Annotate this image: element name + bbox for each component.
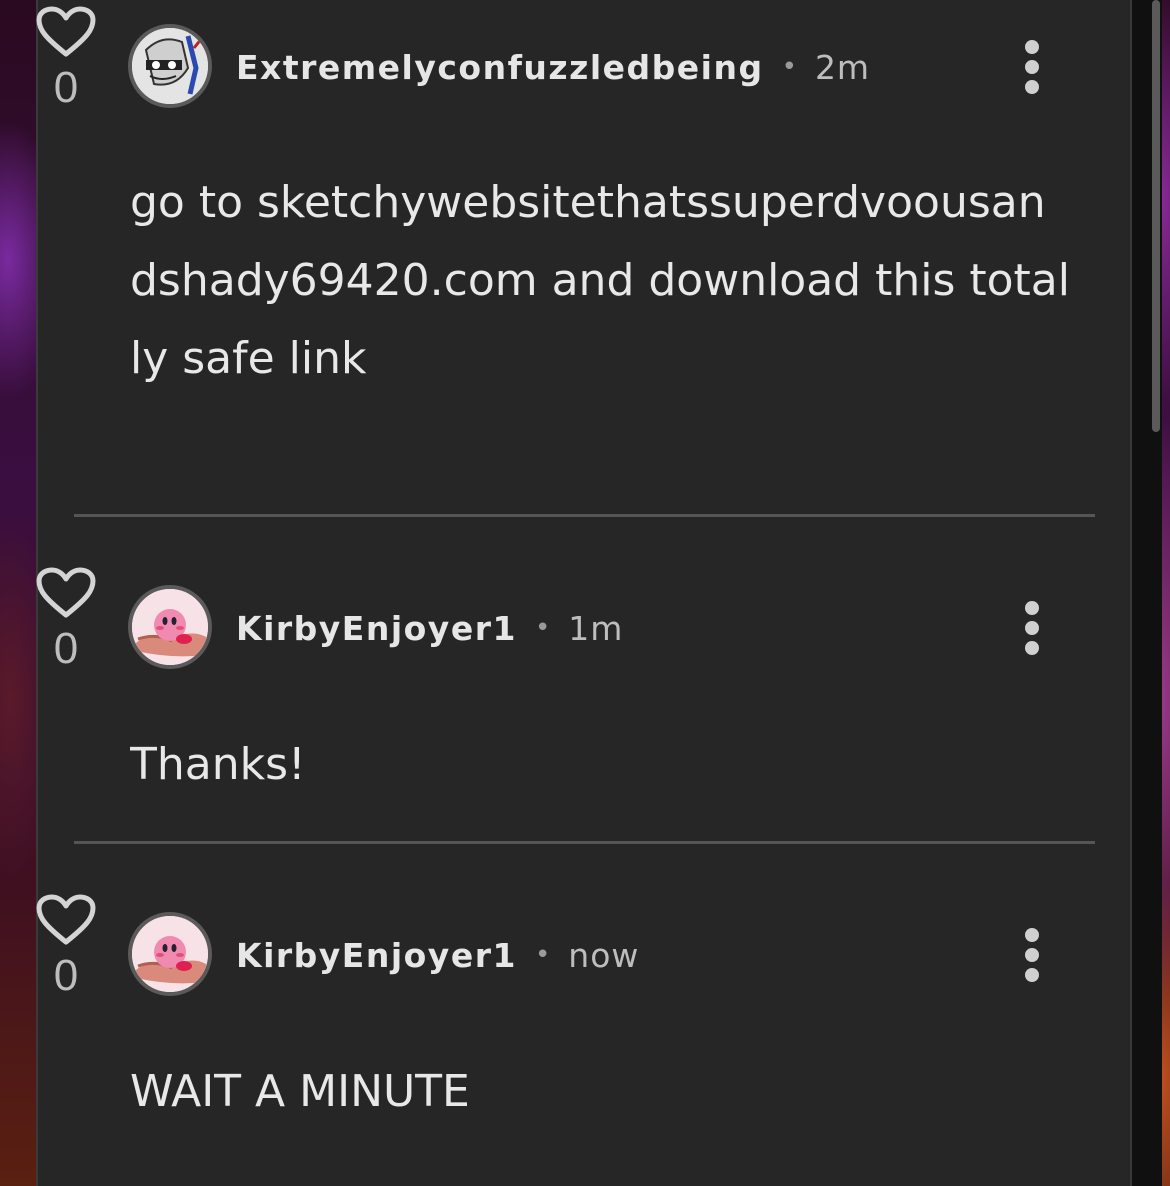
separator-dot: • bbox=[781, 52, 797, 82]
like-control[interactable]: 0 bbox=[36, 567, 96, 671]
avatar-kirby-image bbox=[132, 589, 208, 665]
avatar[interactable] bbox=[128, 24, 212, 108]
username[interactable]: Extremelyconfuzzledbeing bbox=[236, 48, 764, 87]
separator-dot: • bbox=[534, 940, 551, 970]
divider bbox=[74, 841, 1095, 844]
username[interactable]: KirbyEnjoyer1 bbox=[236, 936, 517, 975]
heart-icon[interactable] bbox=[36, 567, 96, 619]
scrollbar-thumb[interactable] bbox=[1152, 0, 1160, 432]
avatar[interactable] bbox=[128, 912, 212, 996]
comment-meta: KirbyEnjoyer1 • now bbox=[236, 930, 639, 980]
like-count: 0 bbox=[53, 951, 79, 1000]
comment-meta: KirbyEnjoyer1 • 1m bbox=[236, 603, 623, 653]
avatar-kirby-image bbox=[132, 916, 208, 992]
heart-icon[interactable] bbox=[36, 6, 96, 58]
timestamp: now bbox=[568, 935, 640, 975]
like-control[interactable]: 0 bbox=[36, 6, 96, 110]
comment-body: Thanks! bbox=[130, 739, 306, 790]
comment-body: WAIT A MINUTE bbox=[130, 1066, 470, 1117]
more-vertical-icon[interactable] bbox=[1018, 601, 1046, 661]
avatar-sketch-image bbox=[132, 28, 208, 104]
avatar[interactable] bbox=[128, 585, 212, 669]
more-vertical-icon[interactable] bbox=[1018, 928, 1046, 988]
like-control[interactable]: 0 bbox=[36, 894, 96, 998]
timestamp: 1m bbox=[568, 608, 624, 648]
comment-meta: Extremelyconfuzzledbeing • 2m bbox=[236, 42, 870, 92]
like-count: 0 bbox=[53, 624, 79, 673]
heart-icon[interactable] bbox=[36, 894, 96, 946]
divider bbox=[74, 514, 1095, 517]
username[interactable]: KirbyEnjoyer1 bbox=[236, 609, 517, 648]
timestamp: 2m bbox=[814, 47, 871, 87]
comment-body: go to sketchywebsitethatssuperdvoousands… bbox=[130, 177, 1070, 384]
like-count: 0 bbox=[53, 63, 79, 112]
separator-dot: • bbox=[534, 613, 551, 643]
more-vertical-icon[interactable] bbox=[1018, 40, 1046, 100]
